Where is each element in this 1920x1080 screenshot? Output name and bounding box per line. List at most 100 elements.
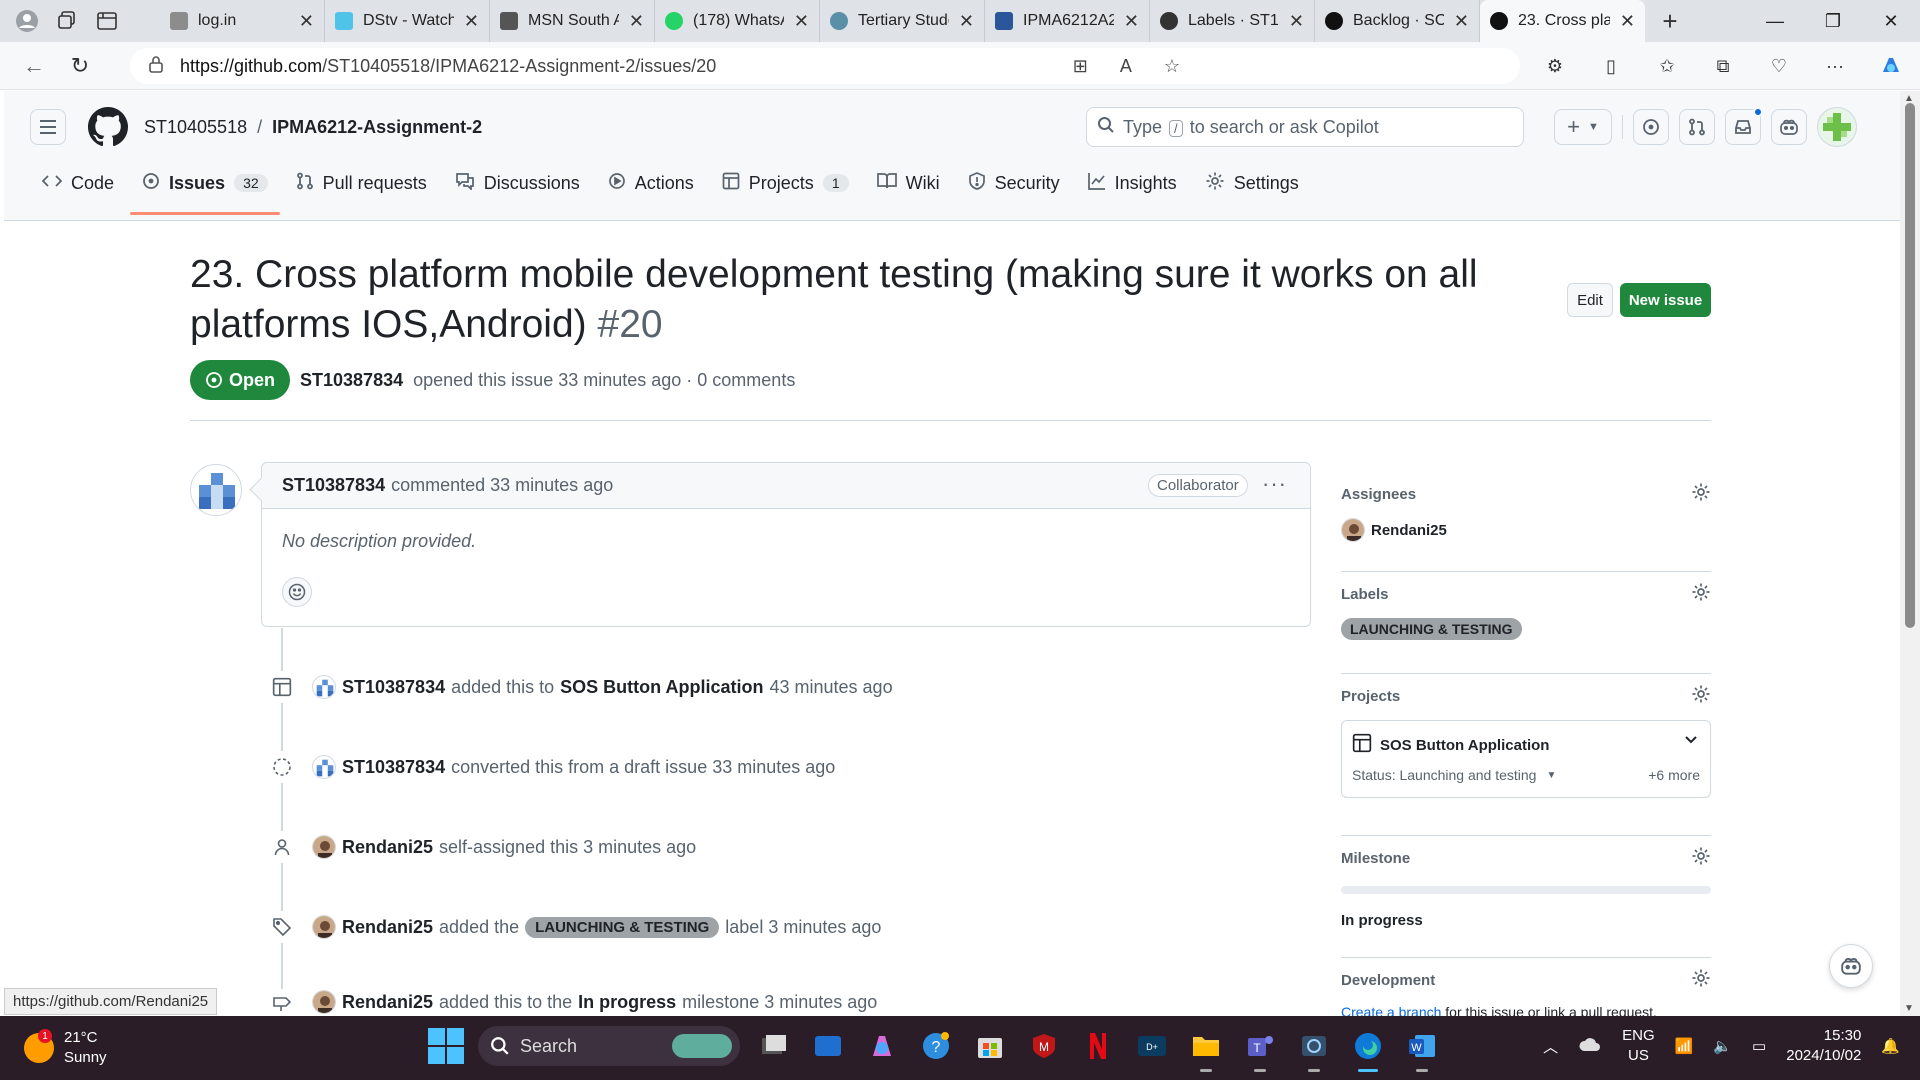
event-user-link[interactable]: Rendani25 — [342, 837, 433, 858]
taskbar-search-input[interactable]: Search — [478, 1026, 740, 1066]
chevron-down-icon[interactable] — [1682, 731, 1700, 753]
browser-tab[interactable]: (178) WhatsA ✕ — [655, 0, 820, 42]
new-tab-icon[interactable]: + — [1645, 6, 1695, 37]
projects-header[interactable]: Projects — [1341, 684, 1711, 708]
copilot-icon[interactable] — [1878, 53, 1904, 79]
gear-icon[interactable] — [1691, 582, 1711, 606]
minimize-icon[interactable]: — — [1746, 0, 1804, 42]
event-user-avatar[interactable] — [312, 915, 336, 939]
chevron-up-icon[interactable]: ︿ — [1543, 1036, 1558, 1057]
weather-widget[interactable]: 1 21°C Sunny — [24, 1028, 107, 1068]
more-menu-icon[interactable]: ··· — [1822, 53, 1848, 79]
word-app-icon[interactable]: W — [1402, 1026, 1442, 1072]
add-reaction-icon[interactable] — [282, 577, 312, 607]
event-user-avatar[interactable] — [312, 755, 336, 779]
development-header[interactable]: Development — [1341, 968, 1711, 992]
edit-title-button[interactable]: Edit — [1567, 283, 1613, 317]
user-avatar[interactable] — [1817, 107, 1857, 147]
refresh-icon[interactable]: ↻ — [60, 46, 100, 86]
scroll-down-icon[interactable]: ▼ — [1904, 1003, 1914, 1014]
tab-security[interactable]: Security — [956, 155, 1072, 211]
issues-shortcut-icon[interactable] — [1633, 109, 1669, 145]
project-status-select[interactable]: Status: Launching and testing ▼ — [1352, 767, 1556, 783]
tab-projects[interactable]: Projects 1 — [710, 155, 861, 211]
project-more-fields-link[interactable]: +6 more — [1648, 767, 1700, 783]
hamburger-menu-icon[interactable] — [30, 109, 66, 145]
browser-essentials-icon[interactable]: ♡ — [1766, 53, 1792, 79]
label-pill[interactable]: LAUNCHING & TESTING — [1341, 618, 1522, 640]
milestone-name-link[interactable]: In progress — [1341, 912, 1711, 929]
event-user-link[interactable]: Rendani25 — [342, 992, 433, 1013]
favorites-icon[interactable]: ✩ — [1654, 53, 1680, 79]
browser-tab[interactable]: Tertiary Stude ✕ — [820, 0, 985, 42]
tab-issues[interactable]: Issues 32 — [130, 155, 280, 215]
event-user-link[interactable]: ST10387834 — [342, 677, 445, 698]
browser-tab[interactable]: DStv - Watch ✕ — [325, 0, 490, 42]
event-project-link[interactable]: SOS Button Application — [560, 677, 763, 698]
back-icon[interactable]: ← — [14, 46, 54, 86]
task-view-icon[interactable] — [754, 1026, 794, 1066]
tab-insights[interactable]: Insights — [1076, 155, 1189, 211]
language-indicator[interactable]: ENG US — [1622, 1026, 1655, 1066]
tab-close-icon[interactable]: ✕ — [959, 11, 974, 32]
mcafee-app-icon[interactable]: M — [1024, 1026, 1064, 1066]
browser-tab[interactable]: Labels · ST10 ✕ — [1150, 0, 1315, 42]
scrollbar-thumb[interactable] — [1905, 103, 1915, 628]
copilot-chat-icon[interactable] — [1771, 109, 1807, 145]
github-search-input[interactable]: Type / to search or ask Copilot — [1086, 107, 1524, 147]
browser-tab[interactable]: Backlog · SOS ✕ — [1315, 0, 1480, 42]
labels-header[interactable]: Labels — [1341, 582, 1711, 606]
gear-icon[interactable] — [1691, 482, 1711, 506]
file-explorer-icon[interactable] — [1186, 1026, 1226, 1072]
tab-close-icon[interactable]: ✕ — [299, 11, 314, 32]
create-new-button[interactable]: + ▼ — [1554, 109, 1612, 145]
assignees-header[interactable]: Assignees — [1341, 482, 1711, 506]
restore-icon[interactable]: ❐ — [1804, 0, 1862, 42]
breadcrumb-owner[interactable]: ST10405518 — [144, 117, 247, 137]
tab-close-icon[interactable]: ✕ — [794, 11, 809, 32]
tab-discussions[interactable]: Discussions — [443, 155, 592, 211]
app-available-icon[interactable]: ⊞ — [1073, 56, 1088, 77]
tab-close-icon[interactable]: ✕ — [629, 11, 644, 32]
event-time[interactable]: milestone 3 minutes ago — [682, 992, 877, 1013]
teams-app-icon[interactable]: T — [1240, 1026, 1280, 1072]
tab-actions-icon[interactable] — [94, 8, 120, 34]
project-title-row[interactable]: SOS Button Application — [1352, 733, 1549, 757]
event-user-avatar[interactable] — [312, 990, 336, 1014]
event-user-avatar[interactable] — [312, 835, 336, 859]
battery-icon[interactable]: ▭ — [1752, 1037, 1766, 1055]
issue-author-link[interactable]: ST10387834 — [300, 370, 403, 391]
close-window-icon[interactable]: ✕ — [1862, 0, 1920, 42]
tab-close-icon[interactable]: ✕ — [1124, 11, 1139, 32]
gear-icon[interactable] — [1691, 684, 1711, 708]
event-user-avatar[interactable] — [312, 675, 336, 699]
url-field[interactable]: https://github.com/ST10405518/IPMA6212-A… — [130, 48, 1520, 84]
mylife-app-icon[interactable] — [808, 1026, 848, 1066]
pull-requests-shortcut-icon[interactable] — [1679, 109, 1715, 145]
browser-tab-active[interactable]: 23. Cross plat ✕ — [1480, 0, 1645, 42]
tab-wiki[interactable]: Wiki — [865, 155, 952, 211]
tab-pull-requests[interactable]: Pull requests — [284, 155, 439, 211]
wifi-icon[interactable]: 📶 — [1675, 1037, 1694, 1055]
tab-actions[interactable]: Actions — [596, 155, 706, 211]
notification-bell-icon[interactable]: 🔔 — [1881, 1037, 1900, 1055]
disney-plus-app-icon[interactable]: D+ — [1132, 1026, 1172, 1066]
event-milestone-link[interactable]: In progress — [578, 992, 676, 1013]
assignee-item[interactable]: Rendani25 — [1341, 518, 1711, 542]
profile-icon[interactable] — [14, 8, 40, 34]
gear-icon[interactable] — [1691, 968, 1711, 992]
split-screen-icon[interactable]: ▯ — [1598, 53, 1624, 79]
event-time[interactable]: label 3 minutes ago — [725, 917, 881, 938]
network-app-icon[interactable] — [1294, 1026, 1334, 1072]
tab-code[interactable]: Code — [30, 155, 126, 211]
event-user-link[interactable]: Rendani25 — [342, 917, 433, 938]
taskbar-clock[interactable]: 15:30 2024/10/02 — [1786, 1026, 1861, 1066]
favorite-star-icon[interactable]: ☆ — [1164, 56, 1180, 77]
copilot-app-icon[interactable] — [862, 1026, 902, 1066]
inbox-icon[interactable] — [1725, 107, 1763, 145]
extensions-icon[interactable]: ⚙ — [1542, 53, 1568, 79]
help-app-icon[interactable]: ? — [916, 1026, 956, 1066]
browser-tab[interactable]: MSN South A ✕ — [490, 0, 655, 42]
tab-close-icon[interactable]: ✕ — [1289, 11, 1304, 32]
event-user-link[interactable]: ST10387834 — [342, 757, 445, 778]
